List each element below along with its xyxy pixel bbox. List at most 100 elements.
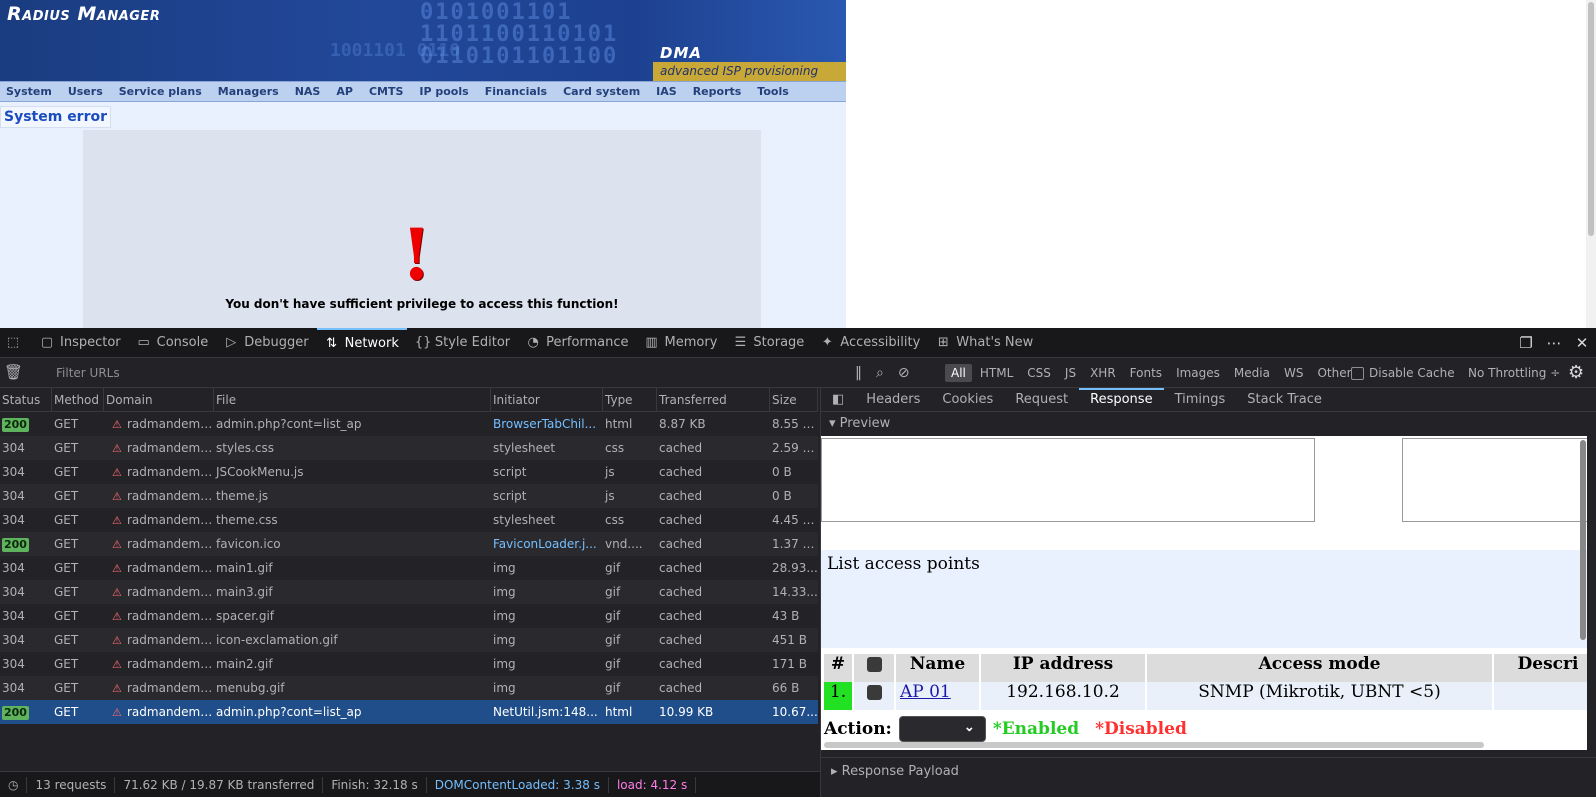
type-filter-fonts[interactable]: Fonts (1124, 364, 1168, 382)
page-scrollbar[interactable] (1586, 0, 1596, 328)
tab-inspector[interactable]: ▢ Inspector (32, 328, 129, 358)
dock-icon[interactable]: ❐ (1512, 334, 1540, 352)
menu-item-nas[interactable]: NAS (289, 85, 327, 98)
menu-item-reports[interactable]: Reports (687, 85, 748, 98)
request-row[interactable]: 200 GET ⚠ radmandemo... admin.php?cont=list_… (0, 412, 818, 436)
menu-item-managers[interactable]: Managers (212, 85, 285, 98)
select-all-checkbox[interactable] (866, 657, 882, 672)
tab-debugger[interactable]: ▷ Debugger (216, 328, 316, 358)
request-row[interactable]: 304 GET ⚠ radmandemo... main2.gif img gif cache… (0, 652, 818, 676)
initiator-text: img (493, 561, 516, 575)
type-filter-media[interactable]: Media (1228, 364, 1276, 382)
request-method: GET (54, 705, 79, 719)
pause-icon[interactable]: ‖ (855, 365, 862, 381)
type-filter-css[interactable]: CSS (1021, 364, 1057, 382)
type-filter-ws[interactable]: WS (1278, 364, 1309, 382)
tab-timings[interactable]: Timings (1164, 388, 1237, 412)
column-status[interactable]: Status (0, 388, 52, 412)
preview-vertical-scrollbar[interactable] (1580, 440, 1586, 640)
tab-performance[interactable]: ◔ Performance (518, 328, 636, 358)
menu-item-system[interactable]: System (0, 85, 58, 98)
throttling-select[interactable]: No Throttling ÷ (1468, 362, 1560, 384)
preview-section-header[interactable]: ▾ Preview (821, 412, 1596, 436)
request-row[interactable]: 304 GET ⚠ radmandemo... icon-exclamation.gif… (0, 628, 818, 652)
row-number: 1. (824, 682, 854, 710)
request-row[interactable]: 304 GET ⚠ radmandemo... theme.css stylesheet c… (0, 508, 818, 532)
timer-icon[interactable]: ◷ (0, 776, 28, 793)
tab-request[interactable]: Request (1004, 388, 1079, 412)
preview-horizontal-scrollbar[interactable] (824, 742, 1484, 748)
column-initiator[interactable]: Initiator (491, 388, 603, 412)
request-domain: ⚠ radmandemo... (104, 412, 214, 436)
tab-whats-new[interactable]: ⊞ What's New (928, 328, 1041, 358)
dma-logo: DMA (660, 44, 702, 62)
menu-item-service-plans[interactable]: Service plans (113, 85, 208, 98)
request-row[interactable]: 304 GET ⚠ radmandemo... styles.css stylesheet… (0, 436, 818, 460)
request-domain: ⚠ radmandemo... (104, 676, 214, 700)
menu-item-tools[interactable]: Tools (751, 85, 794, 98)
tab-cookies[interactable]: Cookies (931, 388, 1004, 412)
response-payload-section[interactable]: ▸ Response Payload (821, 757, 1596, 797)
element-picker[interactable]: ⬚ (0, 328, 32, 358)
request-row[interactable]: 304 GET ⚠ radmandemo... main3.gif img gif cache… (0, 580, 818, 604)
menu-item-financials[interactable]: Financials (479, 85, 553, 98)
tab-accessibility[interactable]: ✦ Accessibility (812, 328, 928, 358)
gear-icon[interactable]: ⚙ (1568, 362, 1584, 383)
tab-console[interactable]: ▭ Console (129, 328, 217, 358)
menu-item-ap[interactable]: AP (330, 85, 359, 98)
request-row[interactable]: 200 GET ⚠ radmandemo... admin.php?cont=list_… (0, 700, 818, 724)
action-select[interactable]: ⌄ (898, 716, 986, 742)
type-filter-html[interactable]: HTML (974, 364, 1019, 382)
search-icon[interactable]: ⌕ (876, 365, 884, 381)
type-filter-js[interactable]: JS (1059, 364, 1082, 382)
trash-icon[interactable]: 🗑 (4, 363, 23, 381)
row-checkbox[interactable] (866, 685, 882, 700)
menu-item-card-system[interactable]: Card system (557, 85, 646, 98)
tab-response[interactable]: Response (1079, 387, 1164, 412)
accessibility-icon: ✦ (821, 334, 833, 350)
request-row[interactable]: 304 GET ⚠ radmandemo... theme.js script js cach… (0, 484, 818, 508)
scrollbar-thumb[interactable] (1588, 2, 1594, 236)
preview-frame (1402, 438, 1587, 522)
column-domain[interactable]: Domain (104, 388, 214, 412)
menu-item-cmts[interactable]: CMTS (363, 85, 409, 98)
request-row[interactable]: 200 GET ⚠ radmandemo... favicon.ico FaviconLo… (0, 532, 818, 556)
tab-network[interactable]: ⇅ Network (316, 327, 407, 358)
ap-link[interactable]: AP 01 (900, 682, 951, 702)
disable-cache-toggle[interactable]: Disable Cache (1351, 362, 1455, 384)
network-filter-bar: 🗑 Filter URLs ‖ ⌕ ⊘ All HTML CSS JS XHR … (0, 358, 1596, 388)
menu-item-ip-pools[interactable]: IP pools (413, 85, 474, 98)
request-row[interactable]: 304 GET ⚠ radmandemo... spacer.gif img gif cach… (0, 604, 818, 628)
menu-item-users[interactable]: Users (62, 85, 109, 98)
block-icon[interactable]: ⊘ (898, 365, 910, 381)
column-method[interactable]: Method (52, 388, 104, 412)
tab-stack-trace[interactable]: Stack Trace (1236, 388, 1333, 412)
type-filter-images[interactable]: Images (1170, 364, 1226, 382)
request-row[interactable]: 304 GET ⚠ radmandemo... JSCookMenu.js script j… (0, 460, 818, 484)
tab-headers[interactable]: Headers (855, 388, 931, 412)
header-select-all (854, 654, 896, 682)
type-filter-all[interactable]: All (945, 364, 972, 382)
column-transferred[interactable]: Transferred (657, 388, 770, 412)
column-size[interactable]: Size (770, 388, 818, 412)
column-file[interactable]: File (214, 388, 491, 412)
filter-urls-input[interactable]: Filter URLs (36, 362, 836, 384)
more-icon[interactable]: ⋯ (1540, 334, 1568, 352)
menu-item-ias[interactable]: IAS (650, 85, 683, 98)
close-icon[interactable]: ✕ (1568, 334, 1596, 352)
section-title: System error (0, 106, 112, 128)
site-tagline: advanced ISP provisioning (653, 62, 846, 81)
request-file: theme.css (216, 513, 278, 527)
tab-memory[interactable]: ▥ Memory (637, 328, 726, 358)
request-row[interactable]: 304 GET ⚠ radmandemo... main1.gif img gif cache… (0, 556, 818, 580)
column-type[interactable]: Type (603, 388, 657, 412)
disable-cache-checkbox[interactable] (1351, 366, 1364, 380)
request-type: gif (605, 657, 621, 671)
type-filter-xhr[interactable]: XHR (1084, 364, 1122, 382)
request-details-panel: ◧ Headers Cookies Request Response Timin… (820, 387, 1596, 797)
insecure-lock-icon: ⚠ (112, 706, 122, 719)
tab-storage[interactable]: ☰ Storage (725, 328, 812, 358)
toggle-sidebar-icon[interactable]: ◧ (821, 388, 855, 412)
tab-style-editor[interactable]: {} Style Editor (407, 328, 518, 358)
request-row[interactable]: 304 GET ⚠ radmandemo... menubg.gif img gif cach… (0, 676, 818, 700)
